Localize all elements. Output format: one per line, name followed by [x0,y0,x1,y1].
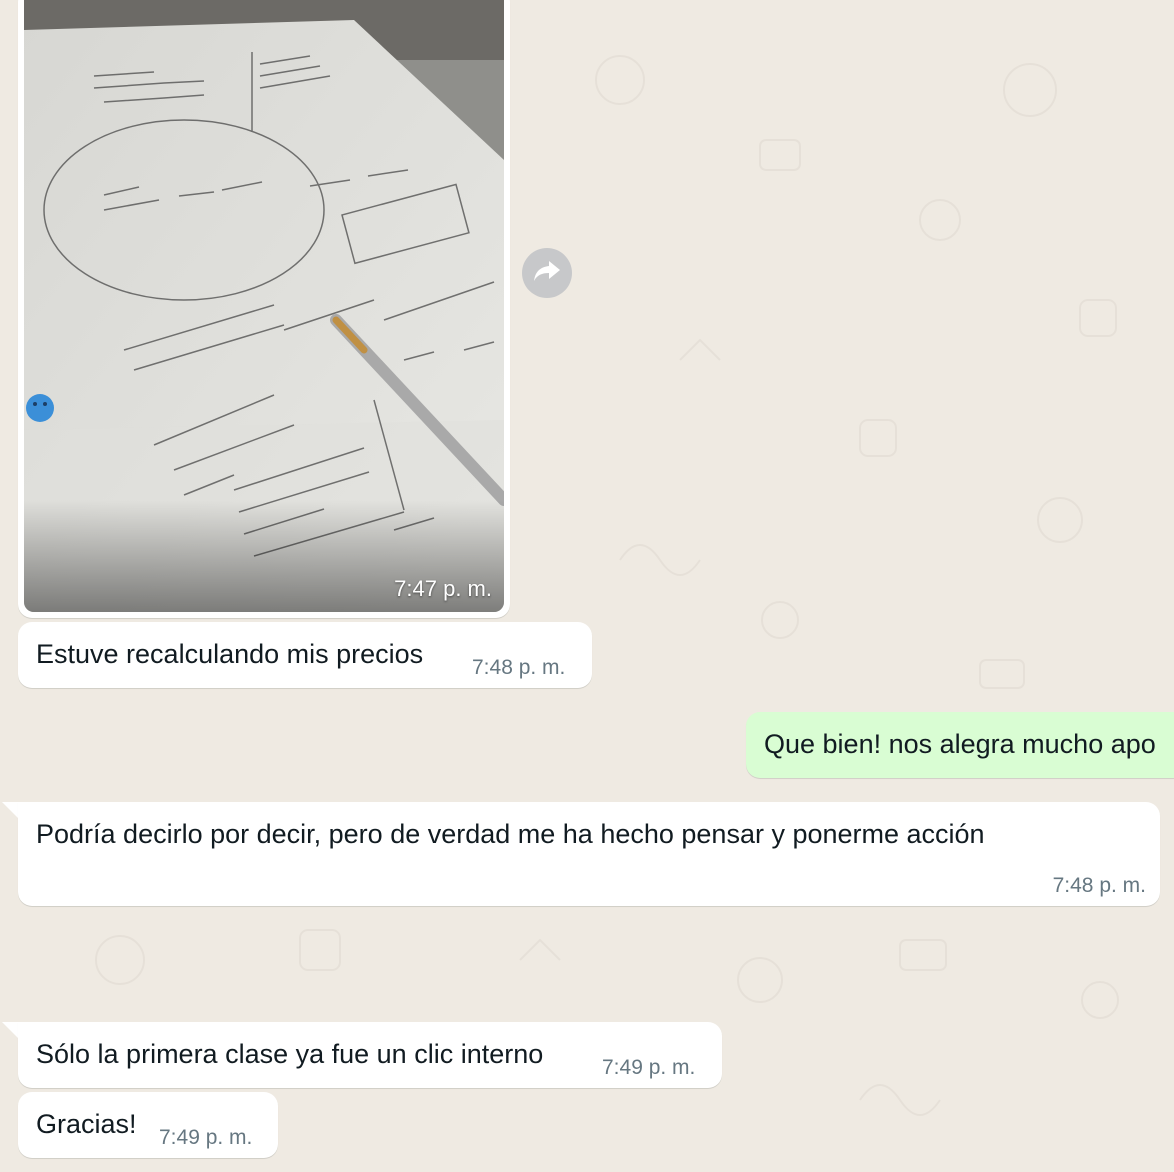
message-bubble-incoming[interactable]: Gracias! 7:49 p. m. [18,1092,278,1158]
message-time: 7:48 p. m. [472,656,566,679]
message-bubble-incoming[interactable]: Podría decirlo por decir, pero de verdad… [18,802,1160,906]
message-time: 7:48 p. m. [1052,874,1146,897]
message-text: Que bien! nos alegra mucho apo [764,729,1156,759]
message-time: 7:49 p. m. [602,1056,696,1079]
forward-button[interactable] [522,248,572,298]
shared-photo[interactable]: 7:47 p. m. [24,0,504,612]
message-text: Gracias! [36,1109,137,1139]
message-text: Sólo la primera clase ya fue un clic int… [36,1039,544,1069]
message-bubble-incoming[interactable]: Sólo la primera clase ya fue un clic int… [18,1022,722,1088]
message-text: Estuve recalculando mis precios [36,639,424,669]
message-bubble-outgoing[interactable]: Que bien! nos alegra mucho apo [746,712,1174,778]
message-bubble-incoming[interactable]: Estuve recalculando mis precios 7:48 p. … [18,622,592,688]
message-text: Podría decirlo por decir, pero de verdad… [36,819,985,849]
message-time: 7:47 p. m. [394,576,492,601]
forward-icon [533,259,561,288]
message-time: 7:49 p. m. [159,1126,253,1149]
